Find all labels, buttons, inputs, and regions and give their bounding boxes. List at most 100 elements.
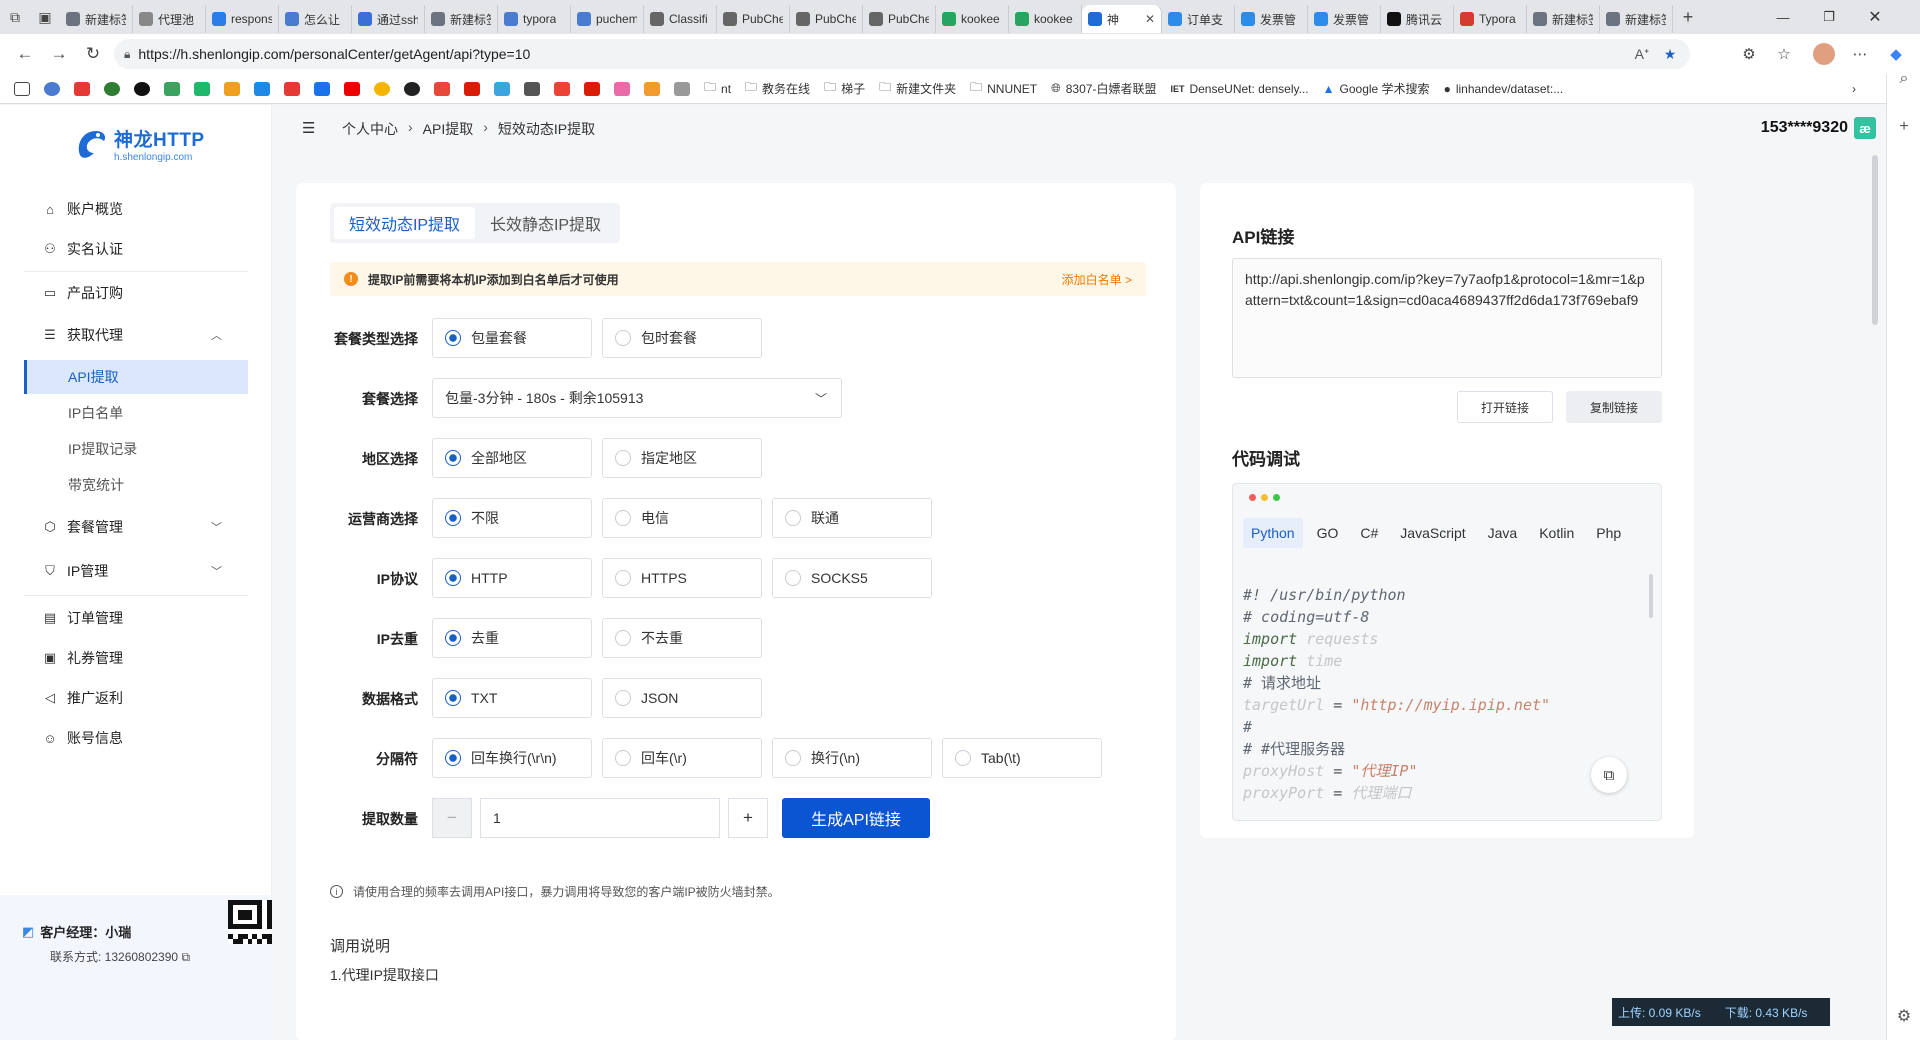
browser-tab[interactable]: 订单支: [1162, 5, 1235, 33]
browser-tab[interactable]: 新建标签页: [60, 5, 133, 33]
browser-tab[interactable]: typora: [498, 5, 571, 33]
browser-tab[interactable]: 发票管: [1235, 5, 1308, 33]
radio-pkg-time[interactable]: 包时套餐: [602, 318, 762, 358]
browser-tab[interactable]: 新建标签页: [1527, 5, 1600, 33]
lang-tab-java[interactable]: Java: [1480, 518, 1526, 548]
menu-coupons[interactable]: ▣ 礼券管理: [24, 642, 248, 674]
radio-format-json[interactable]: JSON: [602, 678, 762, 718]
menu-realname[interactable]: ⚇ 实名认证: [24, 233, 248, 265]
brand-logo[interactable]: 神龙HTTP h.shenlongip.com: [74, 125, 205, 163]
decrement-button[interactable]: −: [432, 798, 472, 838]
bookmark-folder-new[interactable]: 🗀 新建文件夹: [875, 77, 960, 101]
browser-tab[interactable]: 新建标签页: [425, 5, 498, 33]
radio-sep-crlf[interactable]: 回车换行(\r\n): [432, 738, 592, 778]
tab-long-static[interactable]: 长效静态IP提取: [475, 207, 616, 239]
radio-dedup-yes[interactable]: 去重: [432, 618, 592, 658]
add-app-icon[interactable]: +: [1887, 118, 1920, 136]
browser-tab[interactable]: kookee: [1009, 5, 1082, 33]
radio-format-txt[interactable]: TXT: [432, 678, 592, 718]
bookmark-icon-12[interactable]: [340, 77, 364, 101]
bookmark-icon-17[interactable]: [490, 77, 514, 101]
bookmark-icon-21[interactable]: [610, 77, 634, 101]
lang-tab-kotlin[interactable]: Kotlin: [1531, 518, 1582, 548]
copy-icon[interactable]: ⧉: [181, 950, 190, 964]
close-window-button[interactable]: ✕: [1852, 0, 1898, 34]
menu-package[interactable]: ⬡ 套餐管理 ﹀: [24, 511, 248, 543]
bookmark-icon-6[interactable]: [160, 77, 184, 101]
lang-tab-go[interactable]: GO: [1309, 518, 1347, 548]
minimize-button[interactable]: —: [1760, 0, 1806, 34]
radio-region-specific[interactable]: 指定地区: [602, 438, 762, 478]
menu-orders[interactable]: ▤ 订单管理: [24, 602, 248, 634]
site-info-icon[interactable]: 🔒︎: [124, 47, 130, 62]
browser-tab[interactable]: 通过ssh: [352, 5, 425, 33]
github-icon[interactable]: [400, 77, 424, 101]
reload-button[interactable]: ↻: [76, 39, 110, 69]
radio-isp-any[interactable]: 不限: [432, 498, 592, 538]
api-link-textarea[interactable]: http://api.shenlongip.com/ip?key=7y7aofp…: [1232, 258, 1662, 378]
radio-proto-https[interactable]: HTTPS: [602, 558, 762, 598]
bookmark-icon-3[interactable]: [70, 77, 94, 101]
copy-link-button[interactable]: 复制链接: [1566, 391, 1662, 423]
huawei-icon-2[interactable]: [580, 77, 604, 101]
settings-icon[interactable]: ⚙: [1887, 1006, 1920, 1026]
browser-tab[interactable]: 发票管: [1308, 5, 1381, 33]
submenu-whitelist[interactable]: IP白名单: [24, 396, 248, 430]
lang-tab-csharp[interactable]: C#: [1352, 518, 1386, 548]
bookmark-github-dataset[interactable]: ● linhandev/dataset:...: [1440, 77, 1568, 101]
menu-get-proxy[interactable]: ☰ 获取代理 ︿: [24, 319, 248, 351]
tab-actions-icon[interactable]: ▣: [30, 3, 60, 31]
bookmark-icon-7[interactable]: [190, 77, 214, 101]
code-scrollbar[interactable]: [1649, 574, 1653, 618]
url-field[interactable]: 🔒︎ https://h.shenlongip.com/personalCent…: [114, 39, 1690, 69]
open-link-button[interactable]: 打开链接: [1457, 391, 1553, 423]
breadcrumb-item[interactable]: API提取: [423, 119, 474, 139]
bookmark-denseunet[interactable]: IET DenseUNet: densely...: [1166, 77, 1312, 101]
lang-tab-php[interactable]: Php: [1588, 518, 1629, 548]
bookmark-icon-9[interactable]: [250, 77, 274, 101]
radio-isp-telecom[interactable]: 电信: [602, 498, 762, 538]
close-tab-icon[interactable]: ✕: [1145, 12, 1155, 26]
radio-isp-unicom[interactable]: 联通: [772, 498, 932, 538]
bookmark-icon-22[interactable]: [640, 77, 664, 101]
bookmark-icon-8[interactable]: [220, 77, 244, 101]
gmail-icon[interactable]: [550, 77, 574, 101]
browser-tab[interactable]: Typora: [1454, 5, 1527, 33]
radio-sep-lf[interactable]: 换行(\n): [772, 738, 932, 778]
browser-tab[interactable]: response: [206, 5, 279, 33]
bookmark-icon-1[interactable]: [10, 77, 34, 101]
radio-sep-cr[interactable]: 回车(\r): [602, 738, 762, 778]
add-whitelist-link[interactable]: 添加白名单 >: [1062, 271, 1132, 288]
profile-avatar[interactable]: [1808, 34, 1840, 74]
browser-tab[interactable]: 神 ✕: [1082, 5, 1162, 33]
increment-button[interactable]: +: [728, 798, 768, 838]
bookmark-icon-4[interactable]: [100, 77, 124, 101]
browser-tab[interactable]: 代理池: [133, 5, 206, 33]
submenu-bandwidth[interactable]: 带宽统计: [24, 468, 248, 502]
more-menu-icon[interactable]: ⋯: [1844, 34, 1876, 74]
browser-tab[interactable]: puchem: [571, 5, 644, 33]
menu-promote[interactable]: ◁ 推广返利: [24, 682, 248, 714]
extensions-icon[interactable]: ⚙: [1733, 34, 1765, 74]
bookmark-icon-18[interactable]: [520, 77, 544, 101]
menu-products[interactable]: ▭ 产品订购: [24, 277, 248, 309]
copilot-icon[interactable]: ◆: [1880, 34, 1912, 74]
radio-region-all[interactable]: 全部地区: [432, 438, 592, 478]
package-select[interactable]: 包量-3分钟 - 180s - 剩余105913 ﹀: [432, 378, 842, 418]
copy-code-icon[interactable]: ⧉: [1591, 757, 1627, 793]
bookmark-scholar[interactable]: ▲ Google 学术搜索: [1319, 77, 1434, 101]
bookmark-icon-2[interactable]: [40, 77, 64, 101]
favorite-star-icon[interactable]: ★: [1658, 46, 1682, 63]
bookmark-icon-5[interactable]: [130, 77, 154, 101]
radio-pkg-volume[interactable]: 包量套餐: [432, 318, 592, 358]
menu-toggle-icon[interactable]: ☰: [302, 119, 315, 137]
page-scrollbar[interactable]: [1872, 155, 1878, 325]
bookmark-icon-10[interactable]: [280, 77, 304, 101]
bookmark-icon-15[interactable]: [430, 77, 454, 101]
workspaces-icon[interactable]: ⧉: [0, 3, 30, 31]
bookmark-8307[interactable]: 🌐︎ 8307-白嫖者联盟: [1047, 77, 1160, 101]
read-aloud-icon[interactable]: Aᐩ: [1630, 46, 1654, 63]
menu-account[interactable]: ☺ 账号信息: [24, 722, 248, 754]
bookmarks-more-icon[interactable]: ›: [1848, 77, 1860, 101]
menu-ipmgr[interactable]: ⛉ IP管理 ﹀: [24, 555, 248, 587]
